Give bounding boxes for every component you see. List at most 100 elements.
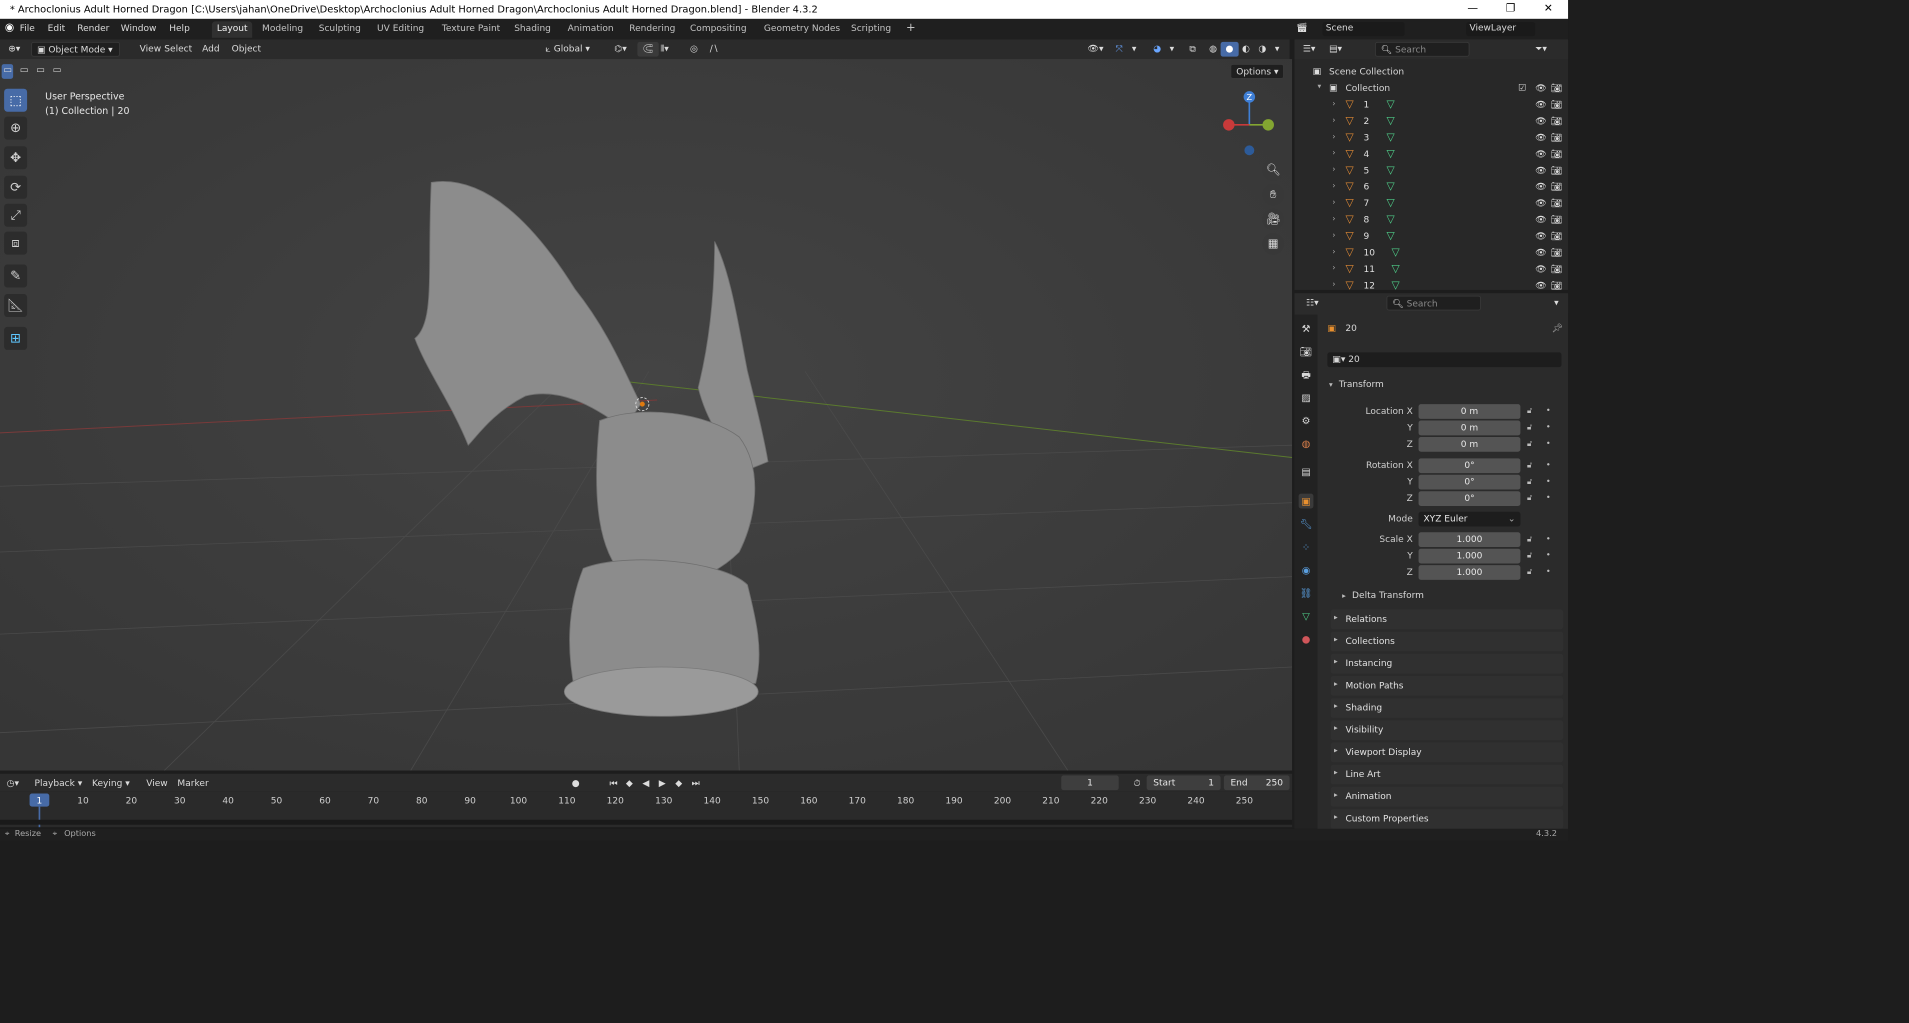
properties-options-icon[interactable]: ▾ xyxy=(1549,296,1563,311)
pan-hand-icon[interactable]: ✋︎ xyxy=(1262,183,1284,206)
tab-geometry-nodes[interactable]: Geometry Nodes xyxy=(759,21,845,37)
transform-tool-icon[interactable]: ⧈ xyxy=(4,231,28,255)
rendered-shading-icon[interactable]: ◑ xyxy=(1253,42,1271,57)
mesh-data-icon[interactable]: ▽ xyxy=(1391,263,1399,275)
overlay-toggle-icon[interactable]: ◕ xyxy=(1148,42,1166,57)
panel-header[interactable]: ▸ Collections xyxy=(1330,631,1564,652)
rotation-x-field[interactable]: 0° xyxy=(1418,458,1521,474)
expand-chevron-icon[interactable]: › xyxy=(1332,116,1335,125)
collection-expand-icon[interactable]: ▾ xyxy=(1318,83,1322,91)
menu-add[interactable]: Add xyxy=(197,42,224,57)
play-reverse-icon[interactable]: ◀ xyxy=(637,776,654,791)
panel-header[interactable]: ▸ Animation xyxy=(1330,786,1564,807)
camera-icon[interactable]: 📷︎ xyxy=(1551,280,1562,291)
material-shading-icon[interactable]: ◐ xyxy=(1237,42,1255,57)
lock-icon[interactable]: 🔓︎ xyxy=(1527,535,1532,544)
eye-icon[interactable]: 👁︎ xyxy=(1535,149,1546,160)
keyframe-dot-icon[interactable]: • xyxy=(1546,477,1551,486)
keyframe-dot-icon[interactable]: • xyxy=(1546,439,1551,448)
select-new-icon[interactable]: ▭ xyxy=(1,64,14,79)
tab-texture-paint[interactable]: Texture Paint xyxy=(437,21,505,37)
eye-icon[interactable]: 👁︎ xyxy=(1535,116,1546,127)
annotate-tool-icon[interactable]: ✎ xyxy=(4,264,28,288)
eye-icon[interactable]: 👁︎ xyxy=(1535,99,1546,110)
viewlayer-selector[interactable]: ViewLayer xyxy=(1466,22,1536,37)
tab-compositing[interactable]: Compositing xyxy=(685,21,751,37)
pin-icon[interactable]: 📌︎ xyxy=(1552,323,1563,334)
eye-icon[interactable]: 👁︎ xyxy=(1535,198,1546,209)
outliner-object-row[interactable]: › ▽ 5 ▽ 👁︎ 📷︎ xyxy=(1295,163,1569,179)
camera-icon[interactable]: 📷︎ xyxy=(1551,99,1562,110)
select-extend-icon[interactable]: ▭ xyxy=(18,64,30,79)
expand-chevron-icon[interactable]: › xyxy=(1332,182,1335,191)
view-layer-tab-icon[interactable]: ▨ xyxy=(1299,390,1314,405)
camera-icon[interactable]: 📷︎ xyxy=(1551,149,1562,160)
lock-icon[interactable]: 🔓︎ xyxy=(1527,477,1532,486)
panel-header[interactable]: ▸ Instancing xyxy=(1330,653,1564,674)
minimize-button[interactable]: — xyxy=(1454,1,1492,17)
keyframe-dot-icon[interactable]: • xyxy=(1546,494,1551,503)
mesh-data-icon[interactable]: ▽ xyxy=(1391,246,1399,258)
current-frame-field[interactable]: 1 xyxy=(1061,775,1119,791)
start-frame-field[interactable]: Start 1 xyxy=(1146,775,1221,791)
eye-icon[interactable]: 👁︎ xyxy=(1535,165,1546,176)
transform-orientation[interactable]: ⟀ Global ▾ xyxy=(540,42,594,57)
world-tab-icon[interactable]: ◍ xyxy=(1299,436,1314,451)
delta-transform-header[interactable]: ▸ Delta Transform xyxy=(1342,590,1556,606)
falloff-icon[interactable]: ∕∖ xyxy=(705,42,724,57)
mesh-data-icon[interactable]: ▽ xyxy=(1387,131,1395,143)
panel-header[interactable]: ▸ Custom Properties xyxy=(1330,809,1564,829)
pivot-point-icon[interactable]: ⌬▾ xyxy=(609,42,631,57)
rotation-y-field[interactable]: 0° xyxy=(1418,474,1521,490)
scale-z-field[interactable]: 1.000 xyxy=(1418,565,1521,580)
wireframe-shading-icon[interactable]: ◍ xyxy=(1204,42,1222,57)
timeline-area[interactable]: 1 10 20 30 40 50 60 70 80 90 100 110 120 130 140 150 160… xyxy=(0,791,1293,828)
expand-chevron-icon[interactable]: › xyxy=(1332,280,1335,289)
timeline-scrollbar[interactable] xyxy=(0,819,1293,825)
tab-uv-editing[interactable]: UV Editing xyxy=(372,21,429,37)
physics-tab-icon[interactable]: ◉ xyxy=(1299,563,1314,578)
collection-row[interactable]: ▾ ▣ Collection ☑ 👁︎ 📷︎ xyxy=(1295,80,1569,96)
lock-icon[interactable]: 🔓︎ xyxy=(1527,423,1532,432)
next-keyframe-icon[interactable]: ◆ xyxy=(670,776,687,791)
keyframe-dot-icon[interactable]: • xyxy=(1546,407,1551,416)
eye-icon[interactable]: 👁︎ xyxy=(1535,83,1546,94)
ortho-grid-icon[interactable]: ▦ xyxy=(1262,233,1284,255)
modifier-tab-icon[interactable]: 🔧︎ xyxy=(1299,517,1314,532)
timeline-editor-icon[interactable]: ◷▾ xyxy=(2,776,24,791)
outliner-search[interactable]: 🔍︎ Search xyxy=(1375,41,1470,57)
tab-modeling[interactable]: Modeling xyxy=(257,21,308,37)
mode-selector[interactable]: ▣ Object Mode ▾ xyxy=(31,41,120,57)
menu-help[interactable]: Help xyxy=(169,23,190,34)
menu-file[interactable]: File xyxy=(20,23,35,34)
gizmo-dropdown-icon[interactable]: ▾ xyxy=(1127,42,1141,57)
eye-icon[interactable]: 👁︎ xyxy=(1535,231,1546,242)
preview-range-icon[interactable]: ⏱︎ xyxy=(1129,776,1146,791)
keying-menu[interactable]: Keying ▾ xyxy=(87,776,135,791)
scene-icon[interactable]: 🎬︎ xyxy=(1296,22,1307,33)
measure-tool-icon[interactable]: 📐︎ xyxy=(4,294,28,318)
panel-header[interactable]: ▸ Visibility xyxy=(1330,720,1564,741)
scale-tool-icon[interactable]: ⤢ xyxy=(4,203,28,227)
overlay-dropdown-icon[interactable]: ▾ xyxy=(1165,42,1179,57)
location-y-field[interactable]: 0 m xyxy=(1418,420,1521,436)
tab-scripting[interactable]: Scripting xyxy=(846,21,896,37)
navigation-gizmo[interactable]: Z xyxy=(1221,89,1278,163)
panel-header[interactable]: ▸ Line Art xyxy=(1330,764,1564,785)
properties-editor-icon[interactable]: ☷▾ xyxy=(1301,296,1323,311)
keyframe-dot-icon[interactable]: • xyxy=(1546,568,1551,577)
outliner-object-row[interactable]: › ▽ 11 ▽ 👁︎ 📷︎ xyxy=(1295,261,1569,277)
expand-chevron-icon[interactable]: › xyxy=(1332,149,1335,158)
proportional-edit-icon[interactable]: ◎ xyxy=(685,42,703,57)
snap-target-icon[interactable]: ⫴▾ xyxy=(655,42,673,57)
blender-logo-icon[interactable]: ◉ xyxy=(5,21,14,33)
options-dropdown[interactable]: Options ▾ xyxy=(1230,64,1285,79)
rotation-mode-dropdown[interactable]: XYZ Euler ⌄ xyxy=(1418,511,1521,527)
keyframe-dot-icon[interactable]: • xyxy=(1546,551,1551,560)
camera-view-icon[interactable]: 🎥︎ xyxy=(1262,208,1284,230)
camera-icon[interactable]: 📷︎ xyxy=(1551,165,1562,176)
menu-object[interactable]: Object xyxy=(227,42,266,57)
tab-shading[interactable]: Shading xyxy=(509,21,556,37)
camera-icon[interactable]: 📷︎ xyxy=(1551,182,1562,193)
tab-sculpting[interactable]: Sculpting xyxy=(314,21,366,37)
